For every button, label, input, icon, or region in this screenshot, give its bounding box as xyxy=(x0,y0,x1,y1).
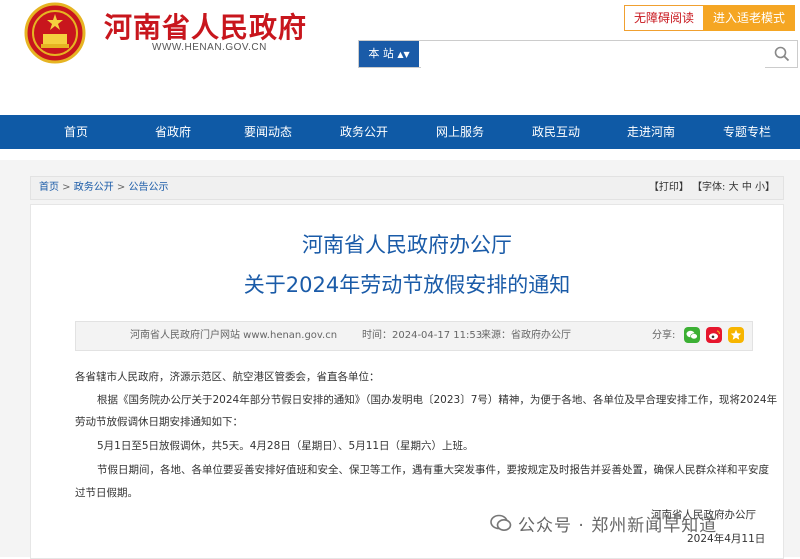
breadcrumb-bar: 首页 > 政务公开 > 公告公示 【打印】 【字体: 大 中 小】 xyxy=(30,176,784,200)
meta-time: 时间：2024-04-17 11:53 xyxy=(362,330,483,341)
nav-item-news[interactable]: 要闻动态 xyxy=(244,115,292,149)
nav-item-online-services[interactable]: 网上服务 xyxy=(436,115,484,149)
body-salutation: 各省辖市人民政府，济源示范区、航空港区管委会，省直各单位： xyxy=(75,371,380,383)
page-tools: 【打印】 【字体: 大 中 小】 xyxy=(649,177,775,199)
main-nav: 首页 省政府 要闻动态 政务公开 网上服务 政民互动 走进河南 专题专栏 xyxy=(0,115,800,149)
nav-item-henan[interactable]: 走进河南 xyxy=(627,115,675,149)
accessibility-button[interactable]: 无障碍阅读 xyxy=(624,5,704,31)
body-paragraph: 劳动节放假调休日期安排通知如下： xyxy=(75,416,243,428)
wechat-official-account-icon xyxy=(490,514,512,531)
body-paragraph: 节假日期间，各地、各单位要妥善安排好值班和安全、保卫等工作，遇有重大突发事件，要… xyxy=(97,464,769,476)
share-label: 分享: xyxy=(652,330,676,341)
meta-origin: 来源：省政府办公厅 xyxy=(481,330,571,341)
nav-item-open-affairs[interactable]: 政务公开 xyxy=(340,115,388,149)
nav-item-topics[interactable]: 专题专栏 xyxy=(723,115,771,149)
wechat-icon[interactable] xyxy=(684,327,700,343)
body-paragraph: 过节日假期。 xyxy=(75,487,138,499)
font-medium-button[interactable]: 中 xyxy=(742,182,752,193)
article: 河南省人民政府办公厅 关于2024年劳动节放假安排的通知 河南省人民政府门户网站… xyxy=(30,204,784,559)
national-emblem-icon[interactable] xyxy=(24,2,86,64)
font-size-close: 】 xyxy=(765,182,775,193)
breadcrumb-open-affairs[interactable]: 政务公开 xyxy=(74,182,114,193)
nav-item-home[interactable]: 首页 xyxy=(64,115,88,149)
body-paragraph: 根据《国务院办公厅关于2024年部分节假日安排的通知》（国办发明电〔2023〕7… xyxy=(97,394,778,406)
site-url: WWW.HENAN.GOV.CN xyxy=(152,42,267,53)
breadcrumb-announcements[interactable]: 公告公示 xyxy=(129,182,169,193)
article-title-line1: 河南省人民政府办公厅 xyxy=(302,233,512,257)
watermark-text: 公众号 · 郑州新闻早知道 xyxy=(518,516,718,536)
nav-item-government[interactable]: 省政府 xyxy=(155,115,191,149)
print-button[interactable]: 【打印】 xyxy=(649,182,689,193)
search-scope-label: 本 站 xyxy=(368,47,394,60)
article-title-line2: 关于2024年劳动节放假安排的通知 xyxy=(243,273,571,297)
meta-source-site: 河南省人民政府门户网站 www.henan.gov.cn xyxy=(130,330,338,341)
site-header: 河南省人民政府 WWW.HENAN.GOV.CN 无障碍阅读 进入适老模式 本 … xyxy=(0,0,800,115)
font-small-button[interactable]: 小 xyxy=(755,182,765,193)
elderly-mode-button[interactable]: 进入适老模式 xyxy=(703,5,795,31)
breadcrumb-separator: > xyxy=(59,182,74,193)
search-scope-select[interactable]: 本 站 ▲▼ xyxy=(359,41,419,67)
body-paragraph: 5月1日至5日放假调休，共5天。4月28日（星期日）、5月11日（星期六）上班。 xyxy=(97,440,474,452)
search-input[interactable] xyxy=(421,41,765,69)
breadcrumb-home[interactable]: 首页 xyxy=(39,182,59,193)
search-icon[interactable] xyxy=(773,45,791,63)
breadcrumb: 首页 > 政务公开 > 公告公示 xyxy=(39,177,169,199)
weibo-icon[interactable] xyxy=(706,327,722,343)
article-meta: 河南省人民政府门户网站 www.henan.gov.cn 时间：2024-04-… xyxy=(75,321,753,351)
search-bar: 本 站 ▲▼ xyxy=(358,40,798,69)
nav-item-interaction[interactable]: 政民互动 xyxy=(532,115,580,149)
font-large-button[interactable]: 大 xyxy=(729,182,739,193)
font-size-label: 【字体: xyxy=(692,182,726,193)
star-icon[interactable] xyxy=(728,327,744,343)
chevron-updown-icon: ▲▼ xyxy=(397,50,410,59)
breadcrumb-separator: > xyxy=(113,182,129,193)
site-title[interactable]: 河南省人民政府 xyxy=(104,6,307,46)
